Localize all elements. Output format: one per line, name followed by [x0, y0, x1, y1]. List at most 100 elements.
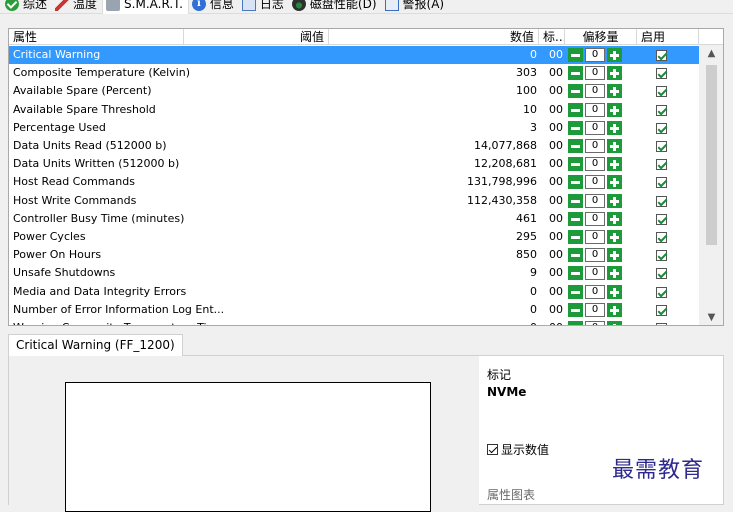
table-row[interactable]: Media and Data Integrity Errors 0 00 0 [9, 283, 699, 301]
plus-icon[interactable] [607, 211, 622, 226]
tab-temperature[interactable]: 温度 [52, 0, 102, 14]
minus-icon[interactable] [568, 102, 583, 117]
column-header-attribute[interactable]: 属性 [9, 29, 184, 45]
offset-input[interactable]: 0 [585, 266, 605, 281]
offset-stepper[interactable]: 0 [568, 120, 622, 135]
offset-stepper[interactable]: 0 [568, 248, 622, 263]
table-row[interactable]: Power Cycles 295 00 0 [9, 228, 699, 246]
offset-input[interactable]: 0 [585, 139, 605, 153]
minus-icon[interactable] [568, 302, 583, 317]
enabled-checkbox[interactable] [656, 104, 667, 116]
table-row[interactable]: Warning Composite Temperature Ti...0000 [9, 319, 699, 325]
enabled-checkbox[interactable] [656, 232, 667, 243]
enabled-checkbox[interactable] [656, 213, 667, 225]
tab-alarm[interactable]: 警报(A) [382, 0, 450, 14]
enabled-checkbox[interactable] [656, 268, 667, 280]
offset-input[interactable]: 0 [585, 84, 605, 99]
offset-stepper[interactable]: 0 [568, 66, 622, 81]
table-row[interactable]: Number of Error Information Log Ent... 0 0… [9, 301, 699, 319]
column-header-value[interactable]: 数值 [329, 29, 539, 45]
offset-stepper[interactable]: 0 [568, 302, 622, 317]
offset-stepper[interactable]: 0 [568, 321, 622, 325]
enabled-checkbox[interactable] [656, 323, 667, 325]
plus-icon[interactable] [607, 230, 622, 244]
scrollbar-thumb[interactable] [706, 65, 717, 245]
tab-overview[interactable]: 综述 [2, 0, 52, 14]
column-header-offset[interactable]: 偏移量 [565, 29, 637, 45]
scroll-up-icon[interactable]: ▲ [699, 45, 723, 62]
minus-icon[interactable] [568, 248, 583, 263]
checkbox-checked-icon[interactable] [487, 444, 498, 455]
table-row[interactable]: Available Spare Threshold 10 00 0 [9, 101, 699, 119]
column-header-enabled[interactable]: 启用 [637, 29, 699, 45]
offset-input[interactable]: 0 [585, 157, 605, 172]
table-row[interactable]: Available Spare (Percent) 100 00 0 [9, 82, 699, 100]
minus-icon[interactable] [568, 193, 583, 208]
offset-stepper[interactable]: 0 [568, 175, 622, 190]
plus-icon[interactable] [607, 102, 622, 117]
offset-input[interactable]: 0 [585, 321, 605, 325]
offset-input[interactable]: 0 [585, 102, 605, 117]
table-row[interactable]: Data Units Written (512000 b) 12,208,681 0… [9, 155, 699, 173]
offset-input[interactable]: 0 [585, 248, 605, 263]
minus-icon[interactable] [568, 157, 583, 172]
offset-stepper[interactable]: 0 [568, 139, 622, 153]
offset-stepper[interactable]: 0 [568, 211, 622, 226]
table-row[interactable]: Data Units Read (512000 b) 14,077,868 00 0 [9, 137, 699, 155]
minus-icon[interactable] [568, 139, 583, 153]
offset-input[interactable]: 0 [585, 193, 605, 208]
offset-stepper[interactable]: 0 [568, 193, 622, 208]
table-row[interactable]: Host Write Commands 112,430,358 00 0 [9, 192, 699, 210]
enabled-checkbox[interactable] [656, 50, 667, 61]
plus-icon[interactable] [607, 157, 622, 172]
plus-icon[interactable] [607, 139, 622, 153]
minus-icon[interactable] [568, 230, 583, 244]
offset-stepper[interactable]: 0 [568, 230, 622, 244]
offset-input[interactable]: 0 [585, 302, 605, 317]
table-row[interactable]: Power On Hours 850 00 0 [9, 246, 699, 264]
tab-log[interactable]: 日志 [239, 0, 289, 14]
offset-stepper[interactable]: 0 [568, 102, 622, 117]
enabled-checkbox[interactable] [656, 122, 667, 134]
plus-icon[interactable] [607, 175, 622, 190]
minus-icon[interactable] [568, 175, 583, 190]
plus-icon[interactable] [607, 284, 622, 299]
tab-attribute-detail[interactable]: Critical Warning (FF_1200) [8, 334, 183, 356]
enabled-checkbox[interactable] [656, 141, 667, 152]
offset-input[interactable]: 0 [585, 175, 605, 190]
scroll-down-icon[interactable]: ▼ [699, 309, 723, 325]
enabled-checkbox[interactable] [656, 177, 667, 189]
offset-stepper[interactable]: 0 [568, 284, 622, 299]
table-row[interactable]: Critical Warning 0 00 0 [9, 46, 699, 65]
enabled-checkbox[interactable] [656, 250, 667, 262]
table-row[interactable]: Controller Busy Time (minutes) 461 00 0 [9, 210, 699, 228]
table-row[interactable]: Host Read Commands 131,798,996 00 0 [9, 173, 699, 191]
plus-icon[interactable] [607, 66, 622, 81]
enabled-checkbox[interactable] [656, 68, 667, 80]
minus-icon[interactable] [568, 84, 583, 99]
plus-icon[interactable] [607, 266, 622, 281]
column-header-threshold[interactable]: 阈值 [184, 29, 329, 45]
tab-info[interactable]: i 信息 [189, 0, 239, 14]
enabled-checkbox[interactable] [656, 304, 667, 316]
offset-stepper[interactable]: 0 [568, 48, 622, 62]
enabled-checkbox[interactable] [656, 286, 667, 298]
enabled-checkbox[interactable] [656, 159, 667, 171]
tab-smart[interactable]: S.M.A.R.T. [102, 0, 189, 14]
plus-icon[interactable] [607, 302, 622, 317]
minus-icon[interactable] [568, 66, 583, 81]
plus-icon[interactable] [607, 321, 622, 325]
minus-icon[interactable] [568, 284, 583, 299]
minus-icon[interactable] [568, 48, 583, 62]
minus-icon[interactable] [568, 266, 583, 281]
enabled-checkbox[interactable] [656, 86, 667, 98]
plus-icon[interactable] [607, 84, 622, 99]
offset-input[interactable]: 0 [585, 284, 605, 299]
plus-icon[interactable] [607, 248, 622, 263]
offset-stepper[interactable]: 0 [568, 157, 622, 172]
tab-disk-performance[interactable]: 磁盘性能(D) [289, 0, 382, 14]
table-row[interactable]: Composite Temperature (Kelvin) 303 00 0 [9, 64, 699, 82]
minus-icon[interactable] [568, 120, 583, 135]
plus-icon[interactable] [607, 193, 622, 208]
column-header-flag[interactable]: 标... [539, 29, 565, 45]
